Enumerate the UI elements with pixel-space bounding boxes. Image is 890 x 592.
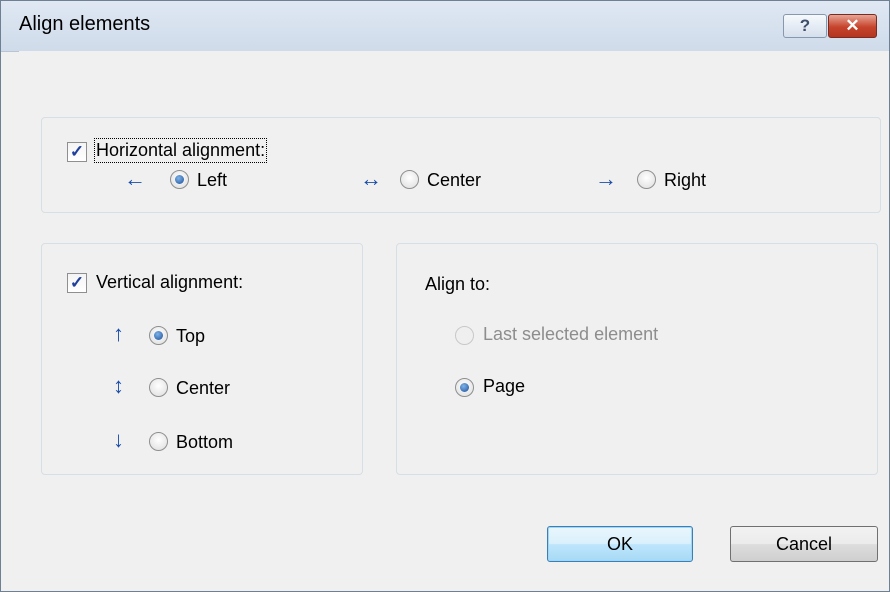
radio-vertical-bottom[interactable] bbox=[149, 432, 168, 451]
dialog-window: Align elements ? ✕ ✓ Horizontal alignmen… bbox=[0, 0, 890, 592]
radio-horizontal-right-label[interactable]: Right bbox=[664, 170, 706, 191]
radio-page[interactable] bbox=[455, 378, 474, 397]
radio-vertical-center[interactable] bbox=[149, 378, 168, 397]
title-bar[interactable]: Align elements ? ✕ bbox=[1, 1, 889, 52]
arrow-left-icon: ← bbox=[124, 166, 146, 191]
vertical-alignment-checkbox[interactable]: ✓ bbox=[67, 273, 87, 293]
radio-horizontal-center-label[interactable]: Center bbox=[427, 170, 481, 191]
ok-button[interactable]: OK bbox=[547, 526, 693, 562]
arrows-vertical-center-icon: ↕ bbox=[113, 373, 124, 398]
dialog-content: ✓ Horizontal alignment: ← Left ↔ Center … bbox=[19, 51, 889, 591]
radio-vertical-top-label[interactable]: Top bbox=[176, 326, 205, 347]
radio-horizontal-right[interactable] bbox=[637, 170, 656, 189]
horizontal-alignment-checkbox[interactable]: ✓ bbox=[67, 142, 87, 162]
arrow-down-icon: ↓ bbox=[113, 427, 124, 452]
arrow-right-icon: → bbox=[595, 166, 617, 191]
dialog-title: Align elements bbox=[19, 13, 151, 35]
radio-horizontal-left-label[interactable]: Left bbox=[197, 170, 227, 191]
vertical-alignment-label[interactable]: Vertical alignment: bbox=[96, 272, 243, 293]
radio-last-selected-element-label[interactable]: Last selected element bbox=[483, 324, 658, 345]
radio-horizontal-center[interactable] bbox=[400, 170, 419, 189]
cancel-button[interactable]: Cancel bbox=[730, 526, 878, 562]
horizontal-alignment-label[interactable]: Horizontal alignment: bbox=[93, 138, 268, 163]
align-to-title: Align to: bbox=[425, 274, 491, 294]
vertical-alignment-group: ✓ Vertical alignment: ↑ Top ↕ Center ↓ B… bbox=[41, 243, 363, 475]
radio-horizontal-left[interactable] bbox=[170, 170, 189, 189]
radio-vertical-bottom-label[interactable]: Bottom bbox=[176, 432, 233, 453]
radio-page-label[interactable]: Page bbox=[483, 376, 525, 397]
radio-vertical-center-label[interactable]: Center bbox=[176, 378, 230, 399]
radio-vertical-top[interactable] bbox=[149, 326, 168, 345]
align-to-group: Align to: Last selected element Page bbox=[396, 243, 878, 475]
arrows-horizontal-center-icon: ↔ bbox=[360, 166, 382, 191]
arrow-up-icon: ↑ bbox=[113, 321, 124, 346]
help-button[interactable]: ? bbox=[783, 14, 827, 38]
radio-last-selected-element[interactable] bbox=[455, 326, 474, 345]
close-button[interactable]: ✕ bbox=[828, 14, 877, 38]
horizontal-alignment-group: ✓ Horizontal alignment: ← Left ↔ Center … bbox=[41, 117, 881, 213]
